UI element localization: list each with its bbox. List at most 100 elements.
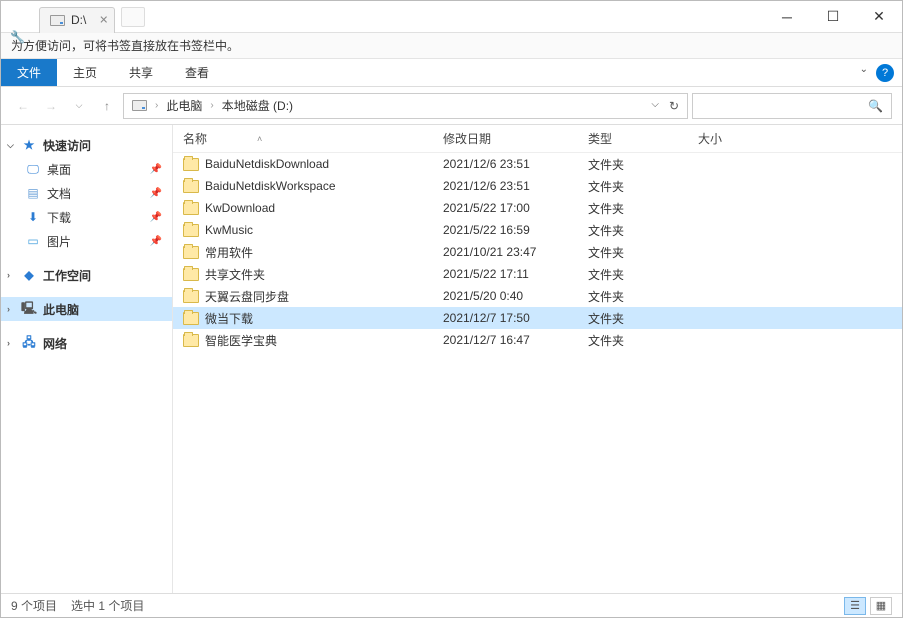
file-type: 文件夹 xyxy=(578,200,688,217)
ribbon-tab-share[interactable]: 共享 xyxy=(113,59,169,86)
status-bar: 9 个项目 选中 1 个项目 ☰ ▦ xyxy=(1,593,902,617)
file-date: 2021/12/6 23:51 xyxy=(433,179,578,193)
wrench-icon[interactable]: 🔧 xyxy=(10,30,25,44)
ribbon-tab-view[interactable]: 查看 xyxy=(169,59,225,86)
file-name: 微当下载 xyxy=(205,310,253,327)
column-header-date[interactable]: 修改日期 xyxy=(433,130,578,147)
file-date: 2021/5/20 0:40 xyxy=(433,289,578,303)
maximize-button[interactable]: ☐ xyxy=(810,1,856,33)
file-type: 文件夹 xyxy=(578,310,688,327)
file-row[interactable]: 天翼云盘同步盘2021/5/20 0:40文件夹 xyxy=(173,285,902,307)
navigation-bar: ← → ⌵ ↑ › 此电脑 › 本地磁盘 (D:) ⌵ ↻ 🔍 xyxy=(1,87,902,125)
file-date: 2021/12/7 17:50 xyxy=(433,311,578,325)
nav-back-button[interactable]: ← xyxy=(11,94,35,118)
file-type: 文件夹 xyxy=(578,244,688,261)
network-icon: 🖧 xyxy=(21,335,37,351)
close-button[interactable]: ✕ xyxy=(856,1,902,33)
nav-forward-button[interactable]: → xyxy=(39,94,63,118)
file-date: 2021/5/22 16:59 xyxy=(433,223,578,237)
file-list[interactable]: BaiduNetdiskDownload2021/12/6 23:51文件夹Ba… xyxy=(173,153,902,593)
window-controls: ─ ☐ ✕ xyxy=(764,1,902,33)
nav-history-dropdown[interactable]: ⌵ xyxy=(67,94,91,118)
file-row[interactable]: 常用软件 2021/10/21 23:47文件夹 xyxy=(173,241,902,263)
folder-icon xyxy=(183,312,199,325)
file-row[interactable]: 共享文件夹 2021/5/22 17:11文件夹 xyxy=(173,263,902,285)
file-name: KwMusic xyxy=(205,223,253,237)
chevron-right-icon: › xyxy=(155,100,158,111)
workspace-icon: ◆ xyxy=(21,267,37,283)
pin-icon: 📌 xyxy=(150,236,162,247)
picture-icon: ▭ xyxy=(25,233,41,249)
help-icon[interactable]: ? xyxy=(876,64,894,82)
view-icons-button[interactable]: ▦ xyxy=(870,597,892,615)
search-input[interactable]: 🔍 xyxy=(692,93,892,119)
column-header-name[interactable]: 名称 ˄ xyxy=(173,130,433,147)
file-name: BaiduNetdiskDownload xyxy=(205,157,329,171)
bookmark-hint: 为方便访问，可将书签直接放在书签栏中。 xyxy=(11,39,239,53)
column-header-type[interactable]: 类型 xyxy=(578,130,688,147)
folder-icon xyxy=(183,268,199,281)
pin-icon: 📌 xyxy=(150,188,162,199)
folder-icon xyxy=(183,158,199,171)
sidebar-desktop[interactable]: 🖵 桌面 📌 xyxy=(1,157,172,181)
sidebar-this-pc[interactable]: › 🖳 此电脑 xyxy=(1,297,172,321)
folder-icon xyxy=(183,180,199,193)
chevron-down-icon[interactable]: ⌵ xyxy=(7,140,14,151)
file-date: 2021/5/22 17:00 xyxy=(433,201,578,215)
file-row[interactable]: KwDownload 2021/5/22 17:00文件夹 xyxy=(173,197,902,219)
folder-icon xyxy=(183,246,199,259)
file-row[interactable]: 微当下载 2021/12/7 17:50文件夹 xyxy=(173,307,902,329)
star-icon: ★ xyxy=(21,137,37,153)
column-headers: 名称 ˄ 修改日期 类型 大小 xyxy=(173,125,902,153)
file-type: 文件夹 xyxy=(578,266,688,283)
file-name: 常用软件 xyxy=(205,244,253,261)
address-bar[interactable]: › 此电脑 › 本地磁盘 (D:) ⌵ ↻ xyxy=(123,93,688,119)
refresh-icon[interactable]: ↻ xyxy=(669,99,679,113)
breadcrumb-current[interactable]: 本地磁盘 (D:) xyxy=(222,97,293,114)
explorer-window: D:\ ✕ ─ ☐ ✕ 🔧 为方便访问，可将书签直接放在书签栏中。 文件 主页 … xyxy=(0,0,903,618)
sidebar-downloads[interactable]: ⬇ 下载 📌 xyxy=(1,205,172,229)
file-name: 共享文件夹 xyxy=(205,266,265,283)
tab-close-icon[interactable]: ✕ xyxy=(99,14,108,27)
ribbon-tab-home[interactable]: 主页 xyxy=(57,59,113,86)
minimize-button[interactable]: ─ xyxy=(764,1,810,33)
chevron-right-icon: › xyxy=(210,100,213,111)
file-row[interactable]: BaiduNetdiskWorkspace 2021/12/6 23:51文件夹 xyxy=(173,175,902,197)
file-row[interactable]: KwMusic2021/5/22 16:59文件夹 xyxy=(173,219,902,241)
computer-icon: 🖳 xyxy=(21,301,37,317)
ribbon-collapse-icon[interactable]: ⌄ xyxy=(860,64,868,82)
pin-icon: 📌 xyxy=(150,212,162,223)
browser-tab[interactable]: D:\ ✕ xyxy=(39,7,115,33)
file-name: KwDownload xyxy=(205,201,275,215)
drive-icon xyxy=(50,15,65,26)
sidebar-network[interactable]: › 🖧 网络 xyxy=(1,331,172,355)
file-row[interactable]: 智能医学宝典2021/12/7 16:47文件夹 xyxy=(173,329,902,351)
file-type: 文件夹 xyxy=(578,178,688,195)
sidebar-pictures[interactable]: ▭ 图片 📌 xyxy=(1,229,172,253)
file-name: 天翼云盘同步盘 xyxy=(205,288,289,305)
file-date: 2021/12/6 23:51 xyxy=(433,157,578,171)
ribbon-tab-file[interactable]: 文件 xyxy=(1,59,57,86)
sidebar-quick-access[interactable]: ⌵ ★ 快速访问 xyxy=(1,133,172,157)
tab-title: D:\ xyxy=(71,13,86,27)
view-details-button[interactable]: ☰ xyxy=(844,597,866,615)
sidebar-workspace[interactable]: › ◆ 工作空间 xyxy=(1,263,172,287)
file-date: 2021/10/21 23:47 xyxy=(433,245,578,259)
file-date: 2021/5/22 17:11 xyxy=(433,267,578,281)
pin-icon: 📌 xyxy=(150,164,162,175)
chevron-right-icon[interactable]: › xyxy=(7,304,10,314)
chevron-right-icon[interactable]: › xyxy=(7,270,10,280)
status-item-count: 9 个项目 xyxy=(11,597,57,614)
file-date: 2021/12/7 16:47 xyxy=(433,333,578,347)
breadcrumb-root[interactable]: 此电脑 xyxy=(166,97,202,114)
folder-icon xyxy=(183,334,199,347)
file-name: BaiduNetdiskWorkspace xyxy=(205,179,336,193)
new-tab-button[interactable] xyxy=(121,7,145,27)
address-dropdown-icon[interactable]: ⌵ xyxy=(651,99,659,113)
chevron-right-icon[interactable]: › xyxy=(7,338,10,348)
file-row[interactable]: BaiduNetdiskDownload2021/12/6 23:51文件夹 xyxy=(173,153,902,175)
column-header-size[interactable]: 大小 xyxy=(688,130,788,147)
folder-icon xyxy=(183,224,199,237)
nav-up-button[interactable]: ↑ xyxy=(95,94,119,118)
sidebar-documents[interactable]: ▤ 文档 📌 xyxy=(1,181,172,205)
